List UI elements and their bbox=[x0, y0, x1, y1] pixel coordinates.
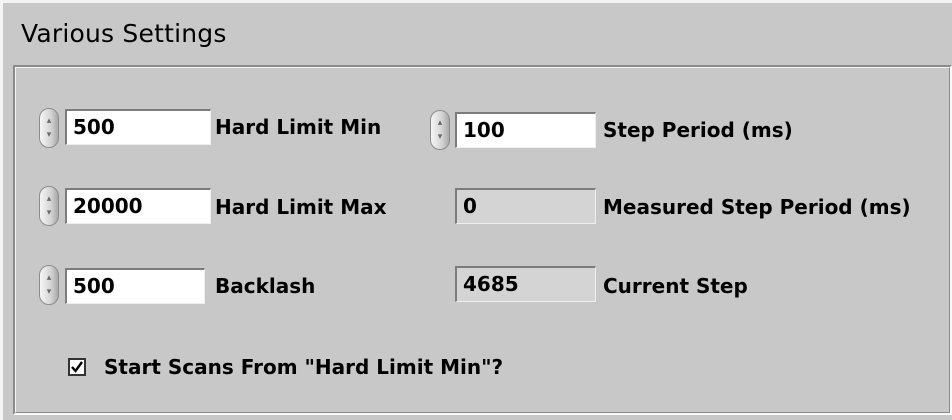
measured-step-period-indicator: 0 bbox=[455, 188, 596, 224]
panel-title: Various Settings bbox=[21, 19, 227, 48]
step-period-input[interactable]: 100 bbox=[455, 112, 596, 148]
decrement-arrow-icon[interactable]: ▾ bbox=[44, 129, 54, 141]
hard-limit-max-input[interactable]: 20000 bbox=[65, 188, 211, 224]
decrement-arrow-icon[interactable]: ▾ bbox=[44, 286, 54, 298]
increment-arrow-icon[interactable]: ▴ bbox=[435, 117, 445, 129]
increment-arrow-icon[interactable]: ▴ bbox=[44, 115, 54, 127]
various-settings-panel: Various Settings ▴ ▾ 500 Hard Limit Min … bbox=[0, 0, 952, 420]
hard-limit-min-input[interactable]: 500 bbox=[65, 109, 211, 145]
step-period-label: Step Period (ms) bbox=[603, 118, 793, 142]
hard-limit-max-label: Hard Limit Max bbox=[215, 195, 387, 219]
current-step-indicator: 4685 bbox=[455, 266, 596, 302]
current-step-label: Current Step bbox=[603, 274, 748, 298]
start-scans-label: Start Scans From "Hard Limit Min"? bbox=[104, 355, 504, 379]
hard-limit-max-increment-decrement[interactable]: ▴ ▾ bbox=[39, 186, 59, 226]
decrement-arrow-icon[interactable]: ▾ bbox=[435, 131, 445, 143]
measured-step-period-label: Measured Step Period (ms) bbox=[603, 195, 911, 219]
backlash-input[interactable]: 500 bbox=[65, 268, 205, 304]
backlash-increment-decrement[interactable]: ▴ ▾ bbox=[39, 265, 59, 305]
hard-limit-min-increment-decrement[interactable]: ▴ ▾ bbox=[39, 108, 59, 148]
checkmark-icon bbox=[71, 361, 83, 373]
backlash-label: Backlash bbox=[215, 274, 316, 298]
decrement-arrow-icon[interactable]: ▾ bbox=[44, 207, 54, 219]
start-scans-checkbox[interactable] bbox=[68, 358, 86, 376]
increment-arrow-icon[interactable]: ▴ bbox=[44, 193, 54, 205]
step-period-increment-decrement[interactable]: ▴ ▾ bbox=[430, 110, 450, 150]
increment-arrow-icon[interactable]: ▴ bbox=[44, 272, 54, 284]
hard-limit-min-label: Hard Limit Min bbox=[215, 115, 382, 139]
